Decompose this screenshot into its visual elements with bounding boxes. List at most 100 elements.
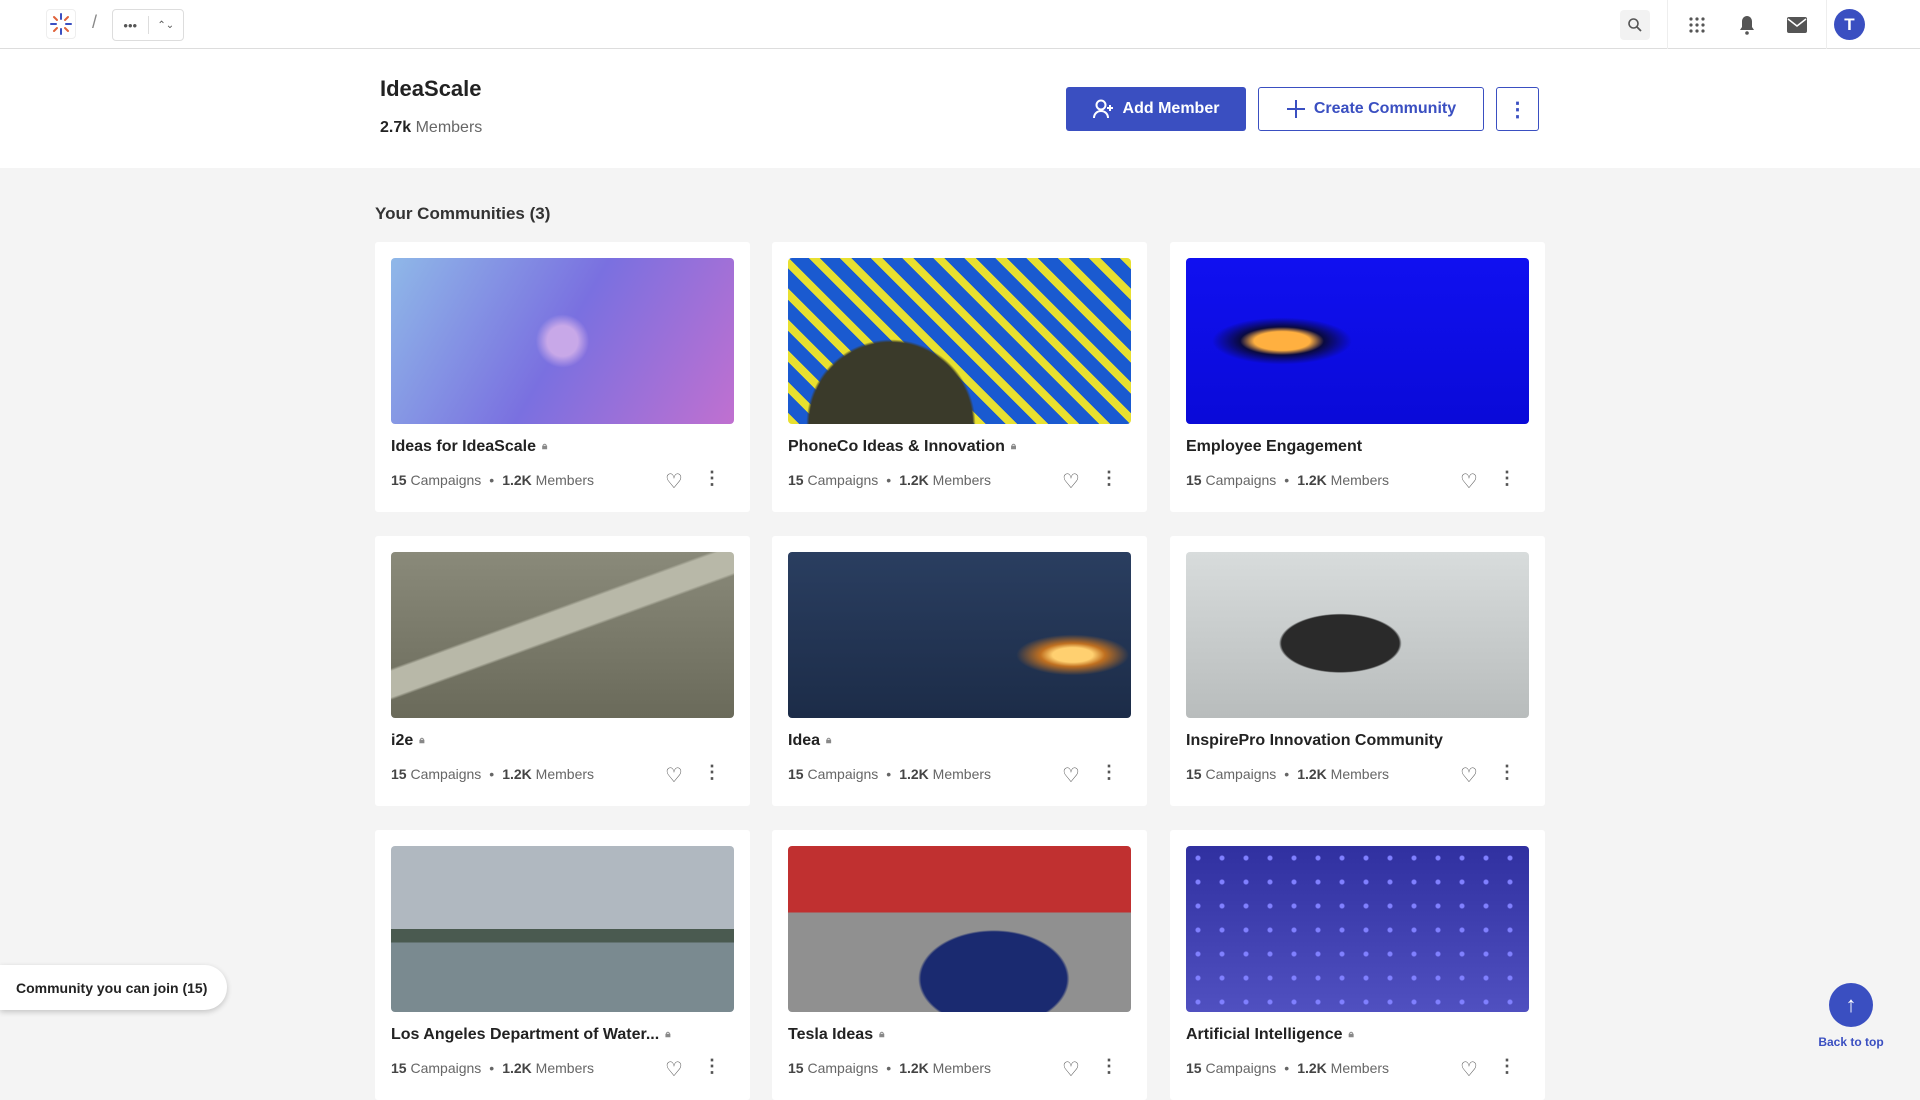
- community-name[interactable]: i2e 🔒︎: [391, 732, 425, 750]
- campaigns-label: Campaigns: [1205, 472, 1277, 488]
- campaign-count: 15: [391, 472, 407, 488]
- members-label: Members: [932, 1060, 992, 1076]
- lock-icon: 🔒︎: [1348, 1029, 1354, 1040]
- community-stats: 15 Campaigns • 1.2K Members: [1186, 1060, 1389, 1076]
- community-stats: 15 Campaigns • 1.2K Members: [391, 472, 594, 488]
- member-count: 1.2K: [1297, 1060, 1327, 1076]
- add-member-label: Add Member: [1122, 100, 1220, 117]
- heart-icon[interactable]: ♡: [1062, 469, 1080, 494]
- heart-icon[interactable]: ♡: [1460, 469, 1478, 494]
- separator: •: [489, 472, 495, 488]
- community-cover-image[interactable]: [788, 258, 1131, 424]
- joinable-communities-tab[interactable]: Community you can join (15): [0, 965, 227, 1010]
- more-vertical-icon[interactable]: ⋮: [1498, 1056, 1516, 1077]
- member-count: 1.2K: [899, 766, 929, 782]
- community-stats: 15 Campaigns • 1.2K Members: [1186, 472, 1389, 488]
- member-count: 2.7k Members: [380, 119, 482, 137]
- lock-icon: 🔒︎: [879, 1029, 885, 1040]
- campaigns-label: Campaigns: [1205, 766, 1277, 782]
- community-cover-image[interactable]: [391, 258, 734, 424]
- bell-icon[interactable]: [1732, 10, 1762, 40]
- community-name[interactable]: Ideas for IdeaScale 🔒︎: [391, 438, 547, 456]
- divider: [1826, 0, 1827, 49]
- community-card[interactable]: Tesla Ideas 🔒︎ 15 Campaigns • 1.2K Members …: [772, 830, 1147, 1100]
- member-count: 1.2K: [899, 472, 929, 488]
- community-cover-image[interactable]: [788, 846, 1131, 1012]
- campaigns-label: Campaigns: [410, 472, 482, 488]
- community-name[interactable]: Los Angeles Department of Water... 🔒︎: [391, 1026, 671, 1044]
- campaign-count: 15: [391, 766, 407, 782]
- more-options-button[interactable]: ⋮: [1496, 87, 1539, 131]
- community-cover-image[interactable]: [1186, 258, 1529, 424]
- members-label: Members: [1330, 472, 1390, 488]
- community-cover-image[interactable]: [1186, 552, 1529, 718]
- more-vertical-icon[interactable]: ⋮: [703, 1056, 721, 1077]
- lock-icon: 🔒︎: [541, 441, 548, 452]
- members-label: Members: [1330, 1060, 1390, 1076]
- community-cover-image[interactable]: [1186, 846, 1529, 1012]
- member-count: 1.2K: [502, 1060, 532, 1076]
- community-card[interactable]: Ideas for IdeaScale 🔒︎ 15 Campaigns • 1.2K …: [375, 242, 750, 512]
- community-card[interactable]: InspirePro Innovation Community 15 Campa…: [1170, 536, 1545, 806]
- community-stats: 15 Campaigns • 1.2K Members: [788, 1060, 991, 1076]
- separator: •: [489, 766, 495, 782]
- heart-icon[interactable]: ♡: [1062, 1057, 1080, 1082]
- mail-icon[interactable]: [1782, 10, 1812, 40]
- add-member-button[interactable]: Add Member: [1066, 87, 1246, 131]
- more-vertical-icon[interactable]: ⋮: [1100, 762, 1118, 783]
- campaigns-label: Campaigns: [1205, 1060, 1277, 1076]
- lock-icon: 🔒︎: [419, 735, 425, 746]
- back-to-top-button[interactable]: ↑: [1829, 983, 1873, 1027]
- community-cover-image[interactable]: [391, 552, 734, 718]
- more-vertical-icon[interactable]: ⋮: [1498, 468, 1516, 489]
- community-name[interactable]: Tesla Ideas 🔒︎: [788, 1026, 884, 1044]
- community-name[interactable]: Idea 🔒︎: [788, 732, 831, 750]
- breadcrumb-switcher[interactable]: ••• ⌃⌄: [112, 9, 184, 41]
- breadcrumb-more[interactable]: •••: [113, 18, 148, 33]
- heart-icon[interactable]: ♡: [1460, 763, 1478, 788]
- arrow-up-icon: ↑: [1845, 992, 1857, 1017]
- back-to-top-label[interactable]: Back to top: [1812, 1035, 1890, 1049]
- create-community-button[interactable]: Create Community: [1258, 87, 1484, 131]
- heart-icon[interactable]: ♡: [1062, 763, 1080, 788]
- community-cover-image[interactable]: [788, 552, 1131, 718]
- heart-icon[interactable]: ♡: [1460, 1057, 1478, 1082]
- community-card[interactable]: PhoneCo Ideas & Innovation 🔒︎ 15 Campaign…: [772, 242, 1147, 512]
- more-vertical-icon[interactable]: ⋮: [703, 468, 721, 489]
- apps-grid-icon[interactable]: [1682, 10, 1712, 40]
- chevron-up-down-icon[interactable]: ⌃⌄: [149, 20, 184, 31]
- community-name[interactable]: Employee Engagement: [1186, 438, 1362, 456]
- campaigns-label: Campaigns: [410, 766, 482, 782]
- community-cover-image[interactable]: [391, 846, 734, 1012]
- campaign-count: 15: [788, 766, 804, 782]
- community-stats: 15 Campaigns • 1.2K Members: [391, 766, 594, 782]
- community-card[interactable]: i2e 🔒︎ 15 Campaigns • 1.2K Members ♡ ⋮: [375, 536, 750, 806]
- separator: •: [489, 1060, 495, 1076]
- members-label: Members: [535, 1060, 595, 1076]
- more-vertical-icon[interactable]: ⋮: [1100, 1056, 1118, 1077]
- heart-icon[interactable]: ♡: [665, 763, 683, 788]
- more-vertical-icon[interactable]: ⋮: [703, 762, 721, 783]
- community-name[interactable]: InspirePro Innovation Community: [1186, 732, 1443, 750]
- heart-icon[interactable]: ♡: [665, 1057, 683, 1082]
- member-count-label: Members: [415, 119, 483, 136]
- members-label: Members: [932, 766, 992, 782]
- campaign-count: 15: [788, 1060, 804, 1076]
- community-stats: 15 Campaigns • 1.2K Members: [1186, 766, 1389, 782]
- community-name[interactable]: PhoneCo Ideas & Innovation 🔒︎: [788, 438, 1016, 456]
- community-card[interactable]: Artificial Intelligence 🔒︎ 15 Campaigns • 1…: [1170, 830, 1545, 1100]
- community-card[interactable]: Los Angeles Department of Water... 🔒︎ 15 …: [375, 830, 750, 1100]
- community-name[interactable]: Artificial Intelligence 🔒︎: [1186, 1026, 1354, 1044]
- search-icon[interactable]: [1620, 10, 1650, 40]
- more-vertical-icon[interactable]: ⋮: [1498, 762, 1516, 783]
- ideascale-logo[interactable]: [46, 9, 76, 39]
- heart-icon[interactable]: ♡: [665, 469, 683, 494]
- community-header: IdeaScale 2.7k Members Add Member Create…: [0, 49, 1920, 168]
- more-vertical-icon[interactable]: ⋮: [1100, 468, 1118, 489]
- community-card[interactable]: Idea 🔒︎ 15 Campaigns • 1.2K Members ♡ ⋮: [772, 536, 1147, 806]
- user-avatar[interactable]: T: [1834, 9, 1865, 40]
- lock-icon: 🔒︎: [665, 1029, 671, 1040]
- separator: •: [1284, 1060, 1290, 1076]
- community-card[interactable]: Employee Engagement 15 Campaigns • 1.2K Me…: [1170, 242, 1545, 512]
- lock-icon: 🔒︎: [1010, 441, 1017, 452]
